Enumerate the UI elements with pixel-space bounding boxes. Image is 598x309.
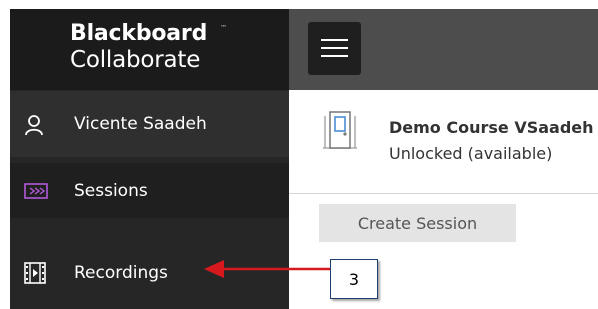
hamburger-line: [321, 39, 348, 41]
course-header: Demo Course VSaadeh Unlocked (available): [289, 90, 598, 194]
course-title: Demo Course VSaadeh: [389, 118, 594, 137]
film-icon: [24, 262, 46, 284]
sidebar-item-recordings[interactable]: Recordings: [10, 248, 289, 298]
hamburger-line: [321, 55, 348, 57]
user-icon: [24, 114, 44, 136]
brand-logo: Blackboard ™ Collaborate: [10, 9, 289, 90]
brand-line1: Blackboard: [70, 21, 208, 46]
brand-line2: Collaborate: [70, 47, 201, 73]
annotation-callout: 3: [330, 259, 378, 299]
video-session-icon: [24, 182, 48, 199]
sidebar-item-sessions-label: Sessions: [74, 180, 148, 201]
app-window: Blackboard ™ Collaborate Vicente Saadeh …: [10, 9, 598, 309]
sidebar-item-sessions[interactable]: Sessions: [10, 163, 289, 218]
course-status: Unlocked (available): [389, 144, 553, 163]
brand-trademark: ™: [220, 24, 227, 32]
callout-number: 3: [348, 270, 360, 289]
hamburger-line: [321, 47, 348, 49]
top-bar: [289, 9, 598, 90]
create-session-button[interactable]: Create Session: [319, 204, 516, 242]
hamburger-menu-button[interactable]: [308, 22, 361, 75]
sidebar: Blackboard ™ Collaborate Vicente Saadeh …: [10, 9, 289, 309]
divider: [289, 193, 598, 194]
door-icon: [321, 110, 359, 150]
sidebar-item-user-label: Vicente Saadeh: [74, 114, 207, 134]
sidebar-item-user[interactable]: Vicente Saadeh: [10, 91, 289, 157]
sidebar-item-recordings-label: Recordings: [74, 263, 168, 283]
